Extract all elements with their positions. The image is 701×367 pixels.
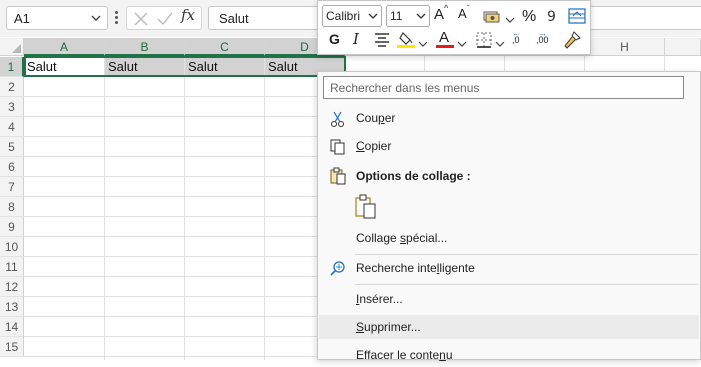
menu-item-label: Copier [356,139,392,153]
row-header-10[interactable]: 10 [0,237,24,257]
chevron-down-icon [416,13,426,19]
menu-search-box[interactable] [323,76,684,99]
font-size-value: 11 [390,9,403,23]
font-color-icon[interactable]: A [436,29,456,49]
row-header-8[interactable]: 8 [0,197,24,217]
menu-item-label: Supprimer... [356,320,421,334]
decrease-font-size-icon[interactable]: Aˇ [458,4,478,26]
row-header-11[interactable]: 11 [0,257,24,277]
font-name-value: Calibri [326,9,361,23]
font-size-select[interactable]: 11 [386,5,430,27]
paste-icon[interactable] [354,194,380,220]
italic-icon[interactable]: I [353,30,359,48]
row-header-2[interactable]: 2 [0,77,24,97]
menu-item-cut[interactable]: Couper [319,106,699,130]
menu-item-copy[interactable]: Copier [319,134,699,158]
column-header-a[interactable]: A [24,38,105,56]
row-header-1[interactable]: 1 [0,57,24,77]
menu-item-label: Collage spécial... [356,231,448,245]
name-box-value: A1 [14,11,30,26]
row-header-9[interactable]: 9 [0,217,24,237]
row-header-3[interactable]: 3 [0,97,24,117]
mini-toolbar: Calibri 11 A ^ Aˇ % 9 G I A ,0 ← ,00 → [317,0,591,55]
menu-item-label: Insérer... [356,292,403,306]
menu-item-delete[interactable]: Supprimer... [319,315,699,339]
context-menu: Couper Copier Options de collage : Colla… [317,71,701,362]
row-header-6[interactable]: 6 [0,157,24,177]
menu-item-insert[interactable]: Insérer... [319,287,699,311]
highlight-color-icon[interactable] [396,29,416,49]
column-header-b[interactable]: B [105,38,185,56]
scissors-icon [331,111,344,127]
row-header-15[interactable]: 15 [0,337,24,357]
font-name-select[interactable]: Calibri [322,5,382,27]
chevron-down-icon[interactable] [456,34,468,54]
copy-icon [330,139,345,155]
cell-a1[interactable]: Salut [24,57,104,77]
formula-value: Salut [219,11,249,26]
cancel-icon[interactable] [132,10,150,28]
drag-handle[interactable] [115,11,118,25]
clipboard-icon [330,167,346,185]
percent-style-icon[interactable]: % [522,8,536,26]
chevron-down-icon[interactable] [494,34,506,54]
menu-item-label: Couper [356,111,396,125]
cell-b1[interactable]: Salut [105,57,184,77]
align-center-icon[interactable] [372,30,392,50]
paste-options-header: Options de collage : [319,164,699,188]
row-header-13[interactable]: 13 [0,297,24,317]
row-header-12[interactable]: 12 [0,277,24,297]
format-painter-icon[interactable] [562,30,582,50]
svg-text:9: 9 [547,9,556,25]
menu-search-input[interactable] [324,77,670,97]
format-cells-icon[interactable] [567,6,587,26]
smart-lookup-icon [330,261,345,276]
chevron-down-icon[interactable] [417,34,429,54]
decrease-decimal-icon[interactable]: ,00 → [536,28,556,50]
row-header-5[interactable]: 5 [0,137,24,157]
borders-icon[interactable] [474,30,494,50]
row-header-4[interactable]: 4 [0,117,24,137]
increase-decimal-icon[interactable]: ,0 ← [512,28,532,50]
column-header-h[interactable]: H [585,38,665,56]
increase-font-size-icon[interactable]: A ^ [434,3,454,26]
column-header-i[interactable] [665,38,701,56]
cell-c1[interactable]: Salut [185,57,264,77]
accounting-format-icon[interactable] [482,6,502,26]
menu-item-smart-lookup[interactable]: Recherche intelligente [319,256,699,280]
menu-item-paste-special[interactable]: Collage spécial... [319,226,699,250]
enter-check-icon[interactable] [156,10,174,28]
menu-item-label: Recherche intelligente [356,261,475,275]
bold-icon[interactable]: G [329,31,340,47]
chevron-down-icon[interactable] [504,10,516,30]
menu-item-label: Effacer le contenu [356,348,453,362]
menu-item-clear-contents[interactable]: Effacer le contenu [319,343,699,367]
chevron-down-icon [368,13,378,19]
select-all-button[interactable] [0,38,24,56]
row-header-14[interactable]: 14 [0,317,24,337]
chevron-down-icon[interactable] [89,10,103,26]
comma-style-icon[interactable]: 9 [544,6,564,26]
insert-function-icon[interactable]: fx [181,6,195,24]
name-box[interactable]: A1 [6,6,108,30]
column-header-c[interactable]: C [185,38,265,56]
row-header-7[interactable]: 7 [0,177,24,197]
